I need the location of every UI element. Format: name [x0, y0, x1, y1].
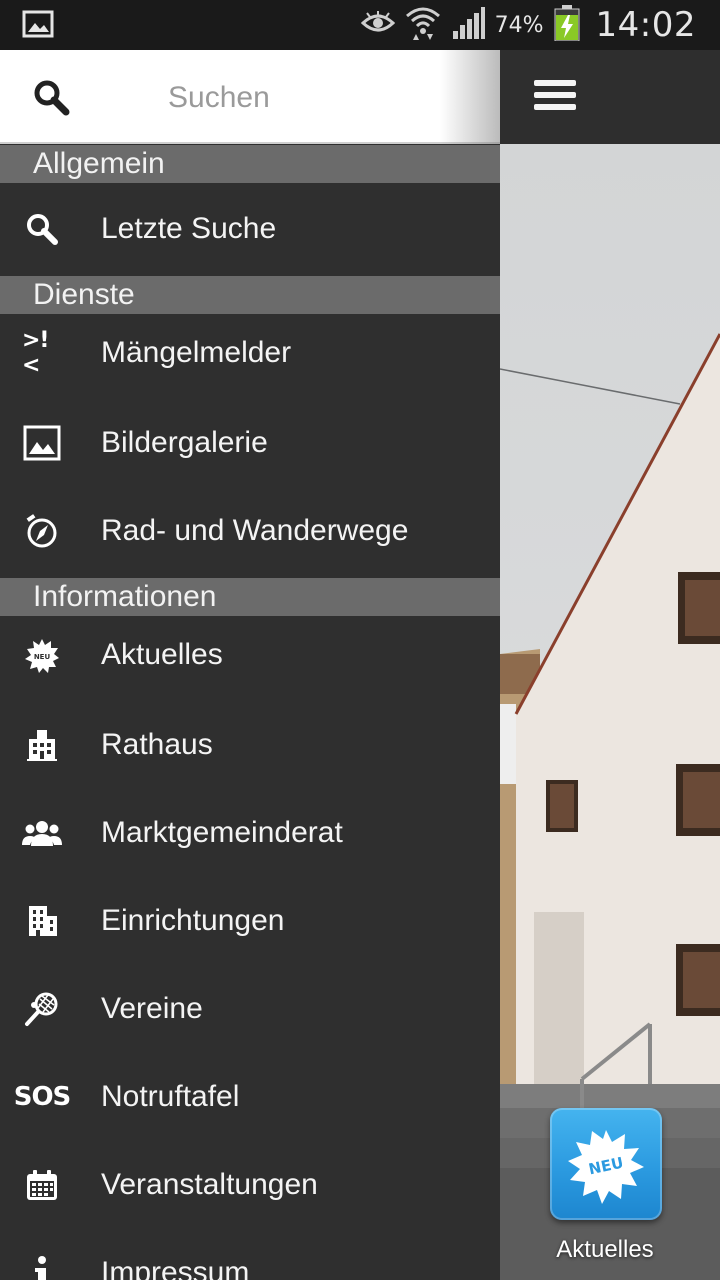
new-badge-icon: NEU [568, 1130, 644, 1204]
menu-item-rathaus[interactable]: Rathaus [0, 701, 500, 789]
menu-item-label: Rathaus [101, 728, 213, 761]
menu-item-impressum[interactable]: Impressum [0, 1229, 500, 1280]
menu-item-label: Marktgemeinderat [101, 816, 343, 849]
menu-item-marktgemeinderat[interactable]: Marktgemeinderat [0, 789, 500, 877]
menu-item-label: Letzte Suche [101, 212, 277, 245]
menu-item-notruftafel[interactable]: SOS Notruftafel [0, 1053, 500, 1141]
calendar-icon [22, 1165, 62, 1205]
eye-icon [360, 10, 395, 40]
menu-item-label: Vereine [101, 992, 203, 1025]
menu-item-maengelmelder[interactable]: >!< Mängelmelder [0, 309, 500, 397]
main-content: NEU Aktuelles [500, 50, 720, 1280]
svg-text:NEU: NEU [34, 653, 51, 661]
battery-percent: 74% [494, 12, 544, 38]
menu-item-label: Rad- und Wanderwege [101, 514, 409, 547]
menu-item-veranstaltungen[interactable]: Veranstaltungen [0, 1141, 500, 1229]
new-badge-icon: NEU [22, 635, 62, 675]
action-bar [500, 50, 720, 144]
search-icon[interactable] [32, 78, 72, 118]
menu-item-label: Bildergalerie [101, 426, 268, 459]
search-input[interactable] [168, 78, 468, 118]
aktuelles-tile-label[interactable]: Aktuelles [530, 1236, 680, 1264]
compass-icon [22, 511, 62, 551]
navigation-drawer: Allgemein Letzte Suche Dienste >!< Mänge… [0, 50, 500, 1280]
group-icon [22, 813, 62, 853]
menu-item-bildergalerie[interactable]: Bildergalerie [0, 399, 500, 487]
menu-item-label: Mängelmelder [101, 336, 292, 369]
menu-item-letzte-suche[interactable]: Letzte Suche [0, 185, 500, 273]
town-hall-icon [22, 725, 62, 765]
menu-item-label: Einrichtungen [101, 904, 285, 937]
battery-charging-icon [554, 4, 580, 46]
clock: 14:02 [595, 5, 696, 45]
menu-icon[interactable] [534, 80, 576, 114]
menu-item-label: Impressum [101, 1256, 250, 1280]
building-icon [22, 901, 62, 941]
menu-item-vereine[interactable]: Vereine [0, 965, 500, 1053]
menu-item-rad-und-wanderwege[interactable]: Rad- und Wanderwege [0, 487, 500, 575]
info-icon [22, 1253, 62, 1280]
gallery-notification-icon [22, 10, 54, 43]
menu-item-label: Notruftafel [101, 1080, 240, 1113]
aktuelles-tile-button[interactable]: NEU [550, 1108, 662, 1220]
alert-icon: >!< [22, 328, 49, 378]
menu-item-einrichtungen[interactable]: Einrichtungen [0, 877, 500, 965]
sos-icon: SOS [13, 1082, 72, 1112]
section-header-allgemein: Allgemein [0, 145, 500, 183]
signal-icon [451, 6, 485, 44]
menu-item-label: Veranstaltungen [101, 1168, 318, 1201]
tennis-icon [22, 989, 62, 1029]
wifi-icon [405, 6, 441, 45]
image-icon [22, 423, 62, 463]
search-icon [22, 209, 62, 249]
menu-item-label: Aktuelles [101, 638, 223, 671]
search-bar[interactable] [0, 50, 500, 144]
status-bar: 74% 14:02 [0, 0, 720, 50]
menu-item-aktuelles[interactable]: NEU Aktuelles [0, 611, 500, 699]
